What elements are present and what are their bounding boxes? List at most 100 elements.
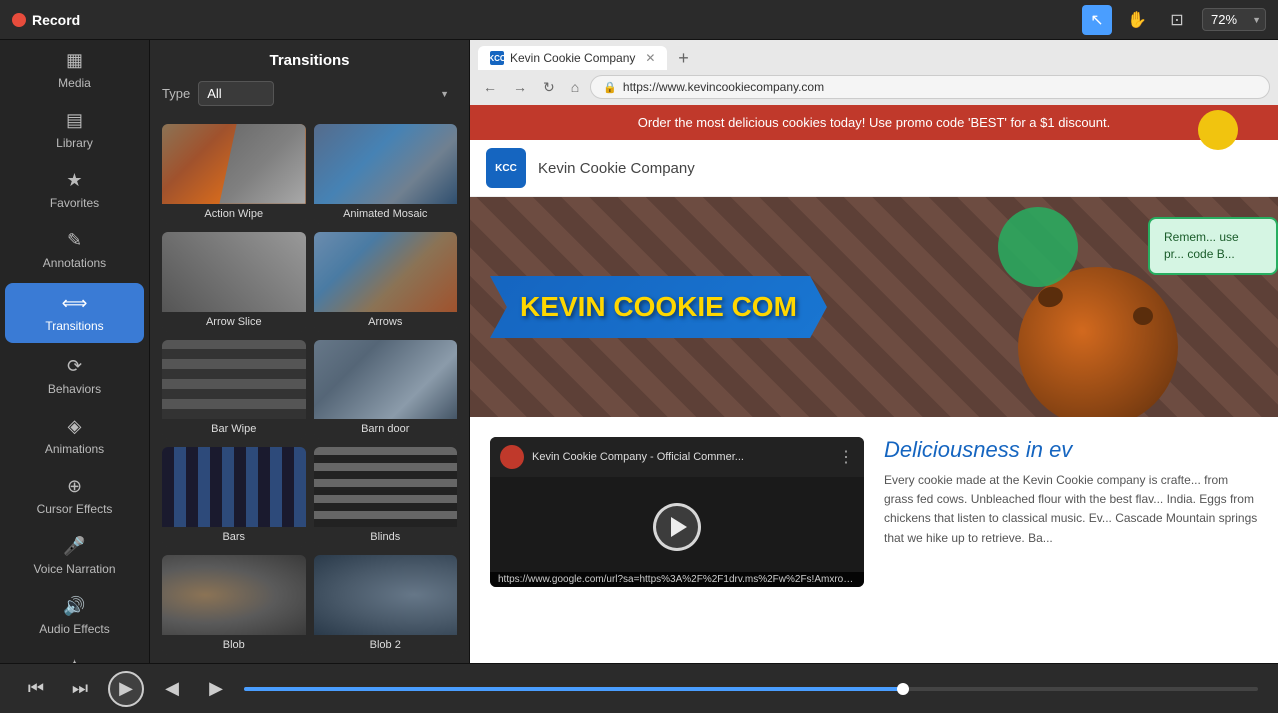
sidebar-item-annotations-label: Annotations (43, 256, 106, 270)
transition-item-animated-mosaic[interactable]: Animated Mosaic (314, 124, 458, 224)
website-hero: KEVIN COOKIE COM Remem... use pr... code… (470, 197, 1278, 417)
sidebar-item-media[interactable]: ▦ Media (0, 40, 149, 100)
forward-button[interactable]: → (508, 77, 532, 97)
website-nav: KCC Kevin Cookie Company (470, 140, 1278, 197)
video-menu-icon[interactable]: ⋮ (838, 447, 854, 467)
blob2-label: Blob 2 (314, 635, 458, 655)
home-button[interactable]: ⌂ (566, 77, 584, 97)
media-icon: ▦ (66, 50, 83, 71)
progress-fill (244, 687, 903, 691)
refresh-button[interactable]: ↻ (538, 77, 560, 98)
play-pause-button[interactable]: ▶ (108, 671, 144, 707)
back-button[interactable]: ← (478, 77, 502, 97)
webpage-content: Order the most delicious cookies today! … (470, 105, 1278, 663)
transition-item-action-wipe[interactable]: Action Wipe (162, 124, 306, 224)
sidebar-item-voice-narration[interactable]: 🎤 Voice Narration (0, 526, 149, 586)
sidebar-item-behaviors[interactable]: ⟳ Behaviors (0, 346, 149, 406)
animated-mosaic-label: Animated Mosaic (314, 204, 458, 224)
sidebar-item-behaviors-label: Behaviors (48, 382, 101, 396)
tab-title: Kevin Cookie Company (510, 51, 635, 65)
top-bar: Record ↖ ✋ ⊡ 50% 72% 100% 150% (0, 0, 1278, 40)
transition-item-bars[interactable]: Bars (162, 447, 306, 547)
transition-item-blob2[interactable]: Blob 2 (314, 555, 458, 655)
promo-text: Order the most delicious cookies today! … (638, 115, 1110, 130)
crop-tool-button[interactable]: ⊡ (1162, 5, 1192, 35)
arrows-thumbnail (314, 232, 458, 312)
type-select[interactable]: All Basic Advanced (198, 81, 274, 106)
website-bottom: Kevin Cookie Company - Official Commer..… (470, 417, 1278, 607)
behaviors-icon: ⟳ (67, 356, 82, 377)
progress-bar[interactable] (244, 687, 1258, 691)
lock-icon: 🔒 (603, 81, 617, 94)
bars-label: Bars (162, 527, 306, 547)
content-area: KCC Kevin Cookie Company ✕ + ← → ↻ ⌂ 🔒 h… (470, 40, 1278, 663)
transitions-panel: Transitions Type All Basic Advanced Acti… (150, 40, 470, 663)
text-section: Deliciousness in ev Every cookie made at… (884, 437, 1258, 587)
favorites-icon: ★ (66, 170, 82, 191)
play-triangle-icon (671, 517, 687, 537)
sidebar-item-audio-effects-label: Audio Effects (39, 622, 110, 636)
transition-item-bar-wipe[interactable]: Bar Wipe (162, 340, 306, 440)
cursor-effects-icon: ⊕ (67, 476, 82, 497)
select-tool-button[interactable]: ↖ (1082, 5, 1112, 35)
tooltip-text: Remem... use pr... code B... (1164, 230, 1239, 261)
skip-back-button[interactable]: ⏮ (20, 673, 52, 705)
sidebar-item-media-label: Media (58, 76, 91, 90)
progress-knob[interactable] (897, 683, 909, 695)
tooltip-box: Remem... use pr... code B... (1148, 217, 1278, 275)
sidebar-item-annotations[interactable]: ✎ Annotations (0, 220, 149, 280)
next-frame-button[interactable]: ▶ (200, 673, 232, 705)
sidebar-item-library[interactable]: ▤ Library (0, 100, 149, 160)
sidebar-item-favorites[interactable]: ★ Favorites (0, 160, 149, 220)
transition-item-barn-door[interactable]: Barn door (314, 340, 458, 440)
sidebar-item-visual-effects[interactable]: ✦ Visual Effects (0, 646, 149, 663)
blob2-thumbnail (314, 555, 458, 635)
address-bar[interactable]: 🔒 https://www.kevincookiecompany.com (590, 75, 1270, 99)
barn-door-label: Barn door (314, 419, 458, 439)
tab-favicon: KCC (490, 51, 504, 65)
kcc-logo: KCC (486, 148, 526, 188)
new-tab-button[interactable]: + (671, 46, 695, 70)
browser-tab-active[interactable]: KCC Kevin Cookie Company ✕ (478, 46, 667, 70)
sidebar-item-cursor-effects[interactable]: ⊕ Cursor Effects (0, 466, 149, 526)
video-thumbnail[interactable]: Kevin Cookie Company - Official Commer..… (490, 437, 864, 587)
visual-effects-icon: ✦ (67, 656, 82, 663)
cursor-yellow-circle (1198, 110, 1238, 150)
sidebar: ▦ Media ▤ Library ★ Favorites ✎ Annotati… (0, 40, 150, 663)
video-avatar (500, 445, 524, 469)
transition-item-blob[interactable]: Blob (162, 555, 306, 655)
browser-address-bar: ← → ↻ ⌂ 🔒 https://www.kevincookiecompany… (478, 75, 1270, 99)
hero-banner: KEVIN COOKIE COM (490, 276, 827, 338)
record-dot-icon (12, 13, 26, 27)
sidebar-item-cursor-effects-label: Cursor Effects (37, 502, 113, 516)
animations-icon: ◈ (68, 416, 82, 437)
record-button[interactable]: Record (12, 12, 80, 28)
sidebar-item-favorites-label: Favorites (50, 196, 99, 210)
arrows-label: Arrows (314, 312, 458, 332)
video-section: Kevin Cookie Company - Official Commer..… (490, 437, 864, 587)
panel-title: Transitions (150, 40, 469, 81)
tab-close-button[interactable]: ✕ (645, 51, 655, 65)
zoom-select[interactable]: 50% 72% 100% 150% (1202, 8, 1266, 31)
transition-item-arrow-slice[interactable]: Arrow Slice (162, 232, 306, 332)
prev-frame-button[interactable]: ◀ (156, 673, 188, 705)
transition-item-blinds[interactable]: Blinds (314, 447, 458, 547)
hand-tool-button[interactable]: ✋ (1122, 5, 1152, 35)
site-name: Kevin Cookie Company (538, 160, 695, 177)
transitions-grid: Action Wipe Animated Mosaic Arrow Slice … (150, 116, 469, 663)
step-back-button[interactable]: ⏭ (64, 673, 96, 705)
arrow-slice-thumbnail (162, 232, 306, 312)
blob-thumbnail (162, 555, 306, 635)
sidebar-item-transitions[interactable]: ⟺ Transitions (5, 283, 144, 343)
action-wipe-label: Action Wipe (162, 204, 306, 224)
browser-tabs: KCC Kevin Cookie Company ✕ + (478, 46, 1270, 70)
browser-chrome: KCC Kevin Cookie Company ✕ + ← → ↻ ⌂ 🔒 h… (470, 40, 1278, 105)
transition-item-arrows[interactable]: Arrows (314, 232, 458, 332)
deliciousness-title: Deliciousness in ev (884, 437, 1258, 463)
sidebar-item-transitions-label: Transitions (45, 319, 103, 333)
play-button[interactable] (653, 503, 701, 551)
promo-banner: Order the most delicious cookies today! … (470, 105, 1278, 140)
sidebar-item-animations[interactable]: ◈ Animations (0, 406, 149, 466)
sidebar-item-audio-effects[interactable]: 🔊 Audio Effects (0, 586, 149, 646)
barn-door-thumbnail (314, 340, 458, 420)
